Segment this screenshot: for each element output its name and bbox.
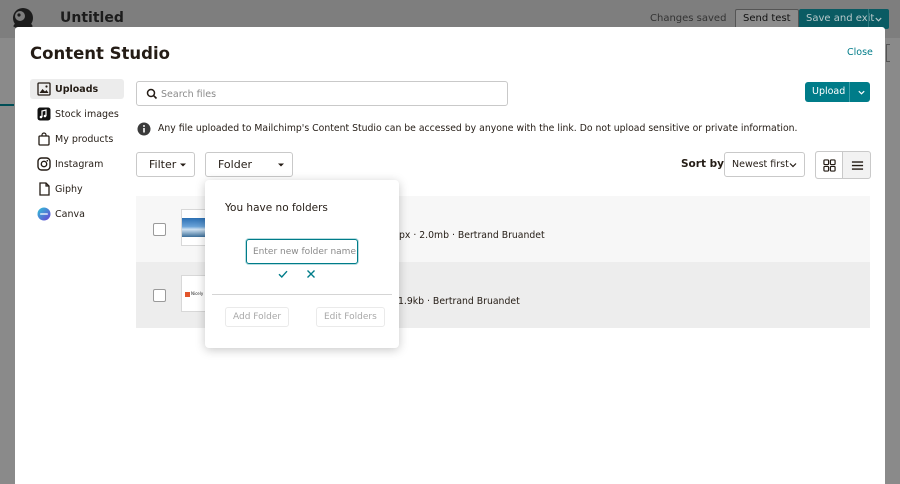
image-icon <box>37 82 51 96</box>
grid-view-button[interactable] <box>816 152 843 178</box>
thumbnail-text: Nicely <box>191 291 204 296</box>
landscape-thumbnail-image <box>182 218 206 237</box>
sort-value: Newest first <box>732 159 789 170</box>
file-meta: 1.9kb · Bertrand Bruandet <box>398 296 520 307</box>
sidebar-item-label: Canva <box>55 208 85 220</box>
button-divider <box>849 82 850 102</box>
sidebar-item-label: Giphy <box>55 183 83 195</box>
grid-icon <box>822 158 836 172</box>
row-checkbox[interactable] <box>153 223 166 236</box>
background-control <box>886 44 890 62</box>
button-divider <box>868 9 869 29</box>
sidebar-item-instagram[interactable]: Instagram <box>30 154 124 174</box>
send-test-button[interactable]: Send test <box>735 9 799 29</box>
chevron-down-icon <box>278 163 284 167</box>
instagram-icon <box>37 157 51 171</box>
folder-dropdown[interactable]: Folder <box>205 152 293 177</box>
row-checkbox[interactable] <box>153 289 166 302</box>
sidebar-item-uploads[interactable]: Uploads <box>30 79 124 99</box>
add-folder-button[interactable]: Add Folder <box>225 307 290 327</box>
folder-label: Folder <box>218 158 252 171</box>
sort-dropdown[interactable]: Newest first <box>724 152 805 177</box>
search-icon <box>146 88 158 100</box>
list-icon <box>851 160 863 170</box>
file-thumbnail[interactable] <box>181 209 207 246</box>
info-icon <box>137 122 151 136</box>
giphy-icon <box>37 182 51 196</box>
view-toggle <box>815 151 871 179</box>
search-box <box>136 81 508 106</box>
sidebar-item-label: My products <box>55 133 114 145</box>
search-input[interactable] <box>161 86 491 102</box>
save-status: Changes saved <box>650 13 727 24</box>
sidebar-item-label: Uploads <box>55 83 99 95</box>
checkmark-icon[interactable] <box>277 268 289 280</box>
logo-mark-icon <box>185 291 190 297</box>
divider <box>212 294 392 295</box>
document-thumbnail: Nicely <box>185 291 203 297</box>
sidebar-item-label: Stock images <box>55 108 119 120</box>
sidebar-item-giphy[interactable]: Giphy <box>30 179 124 199</box>
info-message: Any file uploaded to Mailchimp's Content… <box>158 123 798 134</box>
chevron-down-icon[interactable] <box>874 9 883 29</box>
save-and-exit-button[interactable]: Save and exit <box>799 9 889 29</box>
folder-popover: You have no folders Add Folder Edit Fold… <box>205 180 399 348</box>
close-icon[interactable] <box>305 268 317 280</box>
upload-label: Upload <box>812 86 846 97</box>
campaign-title: Untitled <box>60 10 124 26</box>
filter-dropdown[interactable]: Filter <box>136 152 195 177</box>
sidebar: Uploads Stock images My products Instagr… <box>30 79 124 229</box>
background-tab-indicator <box>0 104 14 106</box>
sidebar-item-canva[interactable]: Canva <box>30 204 124 224</box>
file-meta: px · 2.0mb · Bertrand Bruandet <box>399 230 545 241</box>
sidebar-item-label: Instagram <box>55 158 104 170</box>
filter-label: Filter <box>149 158 177 171</box>
canva-icon <box>37 207 51 221</box>
stock-images-icon <box>37 107 51 121</box>
file-thumbnail[interactable]: Nicely <box>181 275 207 312</box>
list-view-button[interactable] <box>844 152 870 178</box>
sidebar-item-stock-images[interactable]: Stock images <box>30 104 124 124</box>
chevron-down-icon <box>180 163 186 167</box>
chevron-down-icon <box>857 90 865 95</box>
sidebar-item-my-products[interactable]: My products <box>30 129 124 149</box>
close-button[interactable]: Close <box>847 47 873 58</box>
modal-title: Content Studio <box>30 44 170 63</box>
chevron-down-icon <box>789 163 797 168</box>
edit-folders-button[interactable]: Edit Folders <box>316 307 385 327</box>
upload-options-toggle[interactable] <box>852 82 870 102</box>
new-folder-name-input[interactable] <box>246 239 358 264</box>
empty-folders-message: You have no folders <box>225 202 328 214</box>
upload-button[interactable]: Upload <box>805 82 870 102</box>
content-studio-modal: Content Studio Close Uploads Stock image… <box>15 27 885 484</box>
save-and-exit-label: Save and exit <box>806 13 875 24</box>
shopping-bag-icon <box>37 132 51 146</box>
sort-by-label: Sort by <box>681 158 724 170</box>
